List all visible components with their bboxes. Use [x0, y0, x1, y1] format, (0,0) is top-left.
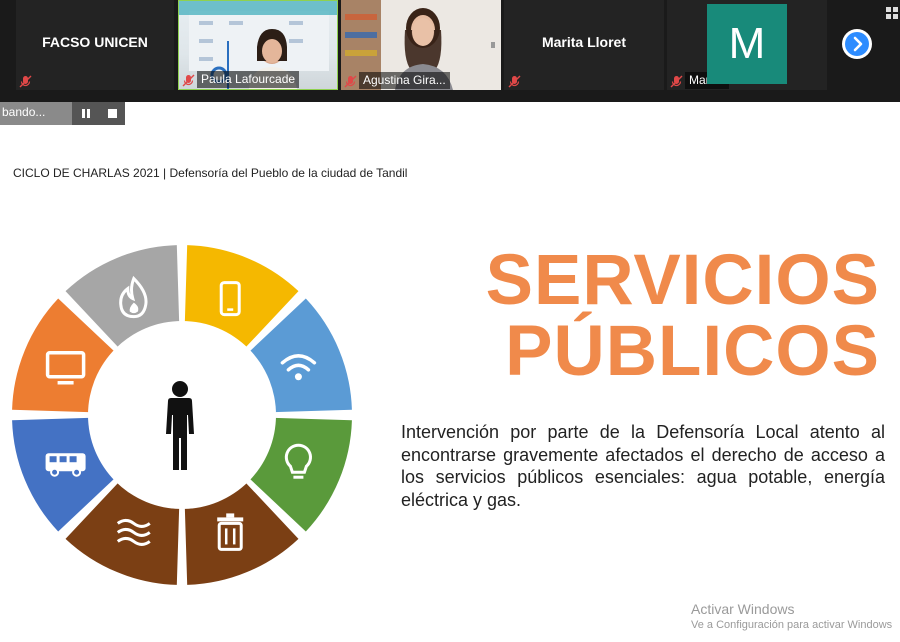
- slide-header: CICLO DE CHARLAS 2021 | Defensoría del P…: [13, 166, 408, 180]
- stop-icon[interactable]: [107, 108, 118, 119]
- muted-mic-icon: [19, 75, 32, 88]
- participant-video-paula[interactable]: Paula Lafourcade: [178, 0, 338, 90]
- gallery-view-icon[interactable]: [885, 6, 899, 20]
- participant-video-agustina[interactable]: Agustina Gira...: [341, 0, 501, 90]
- participant-name: Paula Lafourcade: [197, 71, 300, 88]
- chevron-right-icon: [845, 32, 869, 56]
- participant-name: FACSO UNICEN: [42, 34, 148, 50]
- participant-name: Marita Lloret: [541, 34, 626, 50]
- recording-status: bando...: [0, 102, 72, 125]
- muted-mic-icon: [344, 75, 357, 88]
- windows-activation-title: Activar Windows: [691, 601, 795, 617]
- windows-activation-hint: Ve a Configuración para activar Windows: [691, 619, 893, 631]
- services-wheel: [12, 245, 352, 585]
- participant-tile-marita[interactable]: Marita Lloret: [504, 0, 664, 90]
- slide-body-text: Intervención por parte de la Defensoría …: [401, 422, 885, 510]
- avatar: M: [707, 4, 787, 84]
- muted-mic-icon: [508, 75, 521, 88]
- slide-title-line2: PÚBLICOS: [505, 312, 880, 391]
- muted-mic-icon: [670, 75, 683, 88]
- next-page-button[interactable]: [842, 29, 872, 59]
- participant-tile-facso[interactable]: FACSO UNICEN: [16, 0, 174, 90]
- participants-bar: FACSO UNICEN Paula Lafourcade Agustina G…: [0, 0, 900, 102]
- recording-bar: bando...: [0, 102, 125, 125]
- muted-mic-icon: [182, 74, 195, 87]
- slide-title-line1: SERVICIOS: [485, 241, 880, 320]
- participant-name: Agustina Gira...: [359, 72, 450, 89]
- pause-icon[interactable]: [81, 108, 91, 119]
